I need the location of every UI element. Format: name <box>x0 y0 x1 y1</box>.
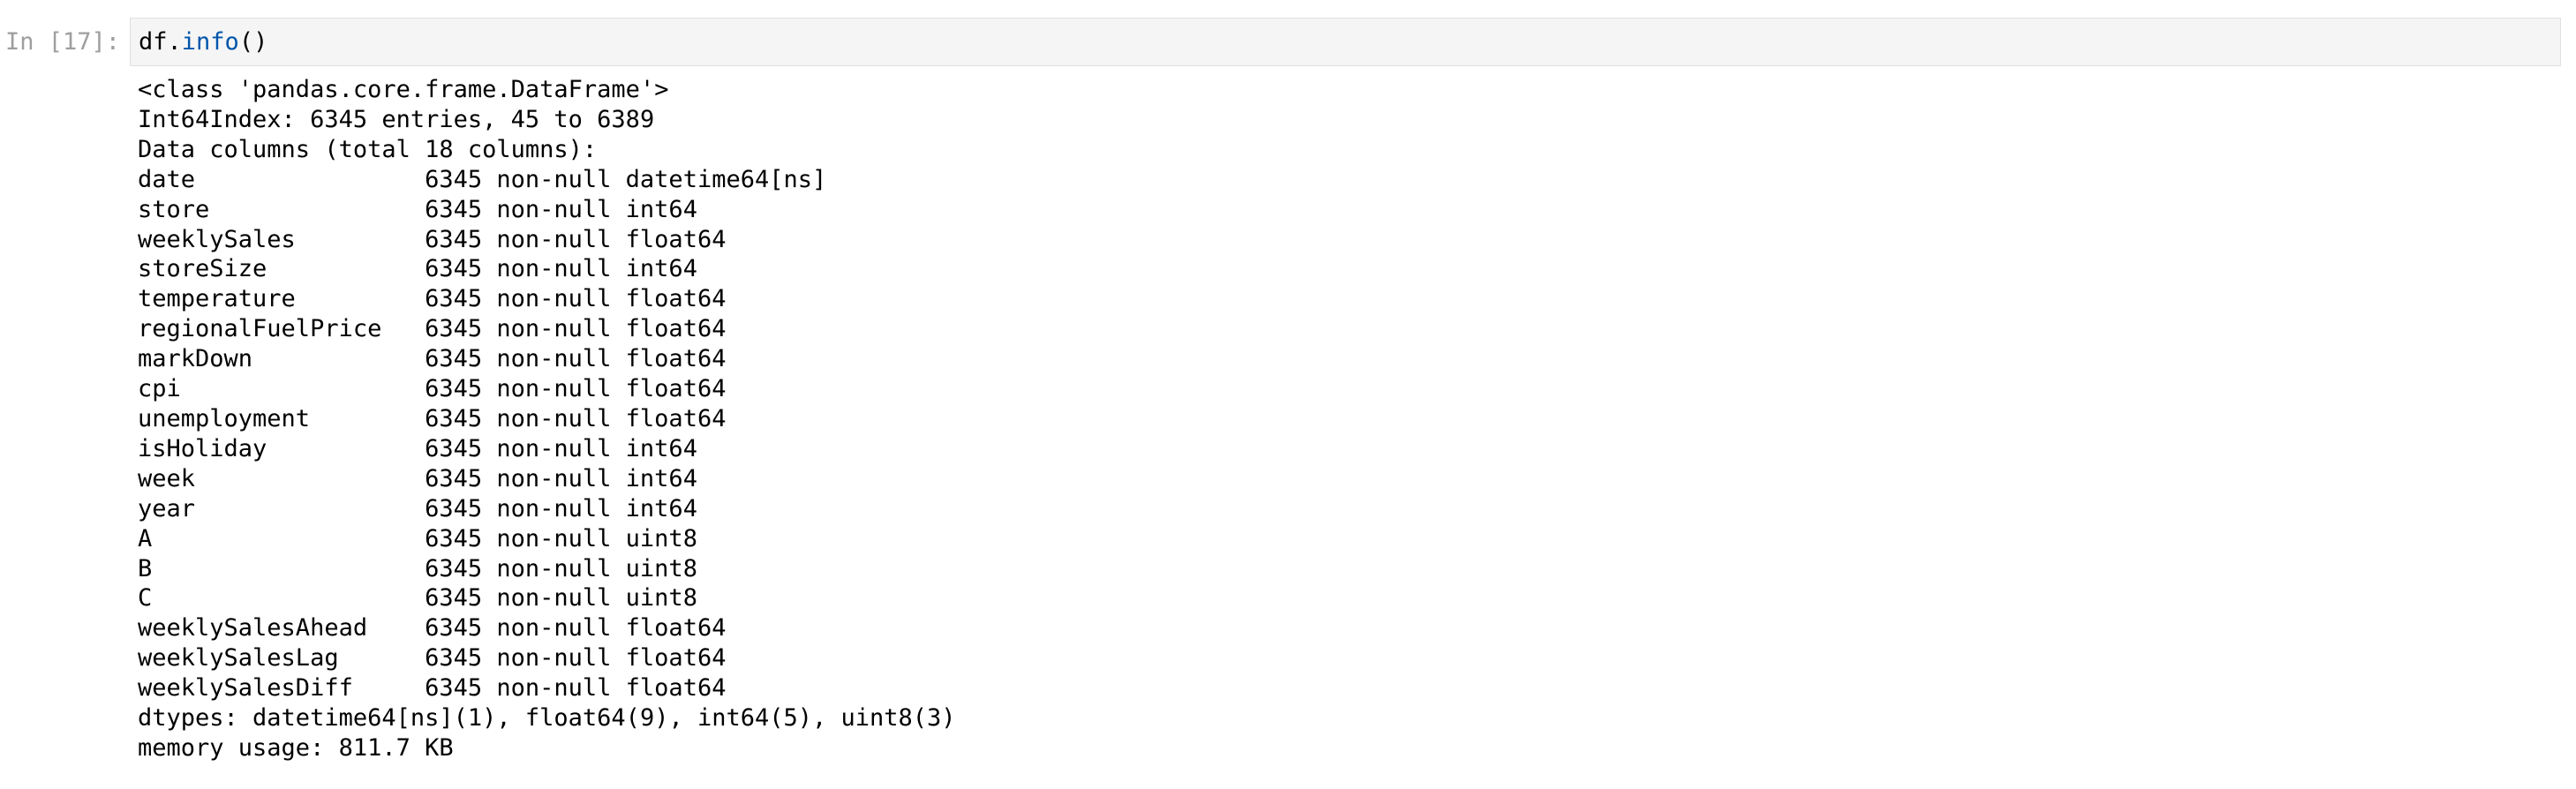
output-footer-line: dtypes: datetime64[ns](1), float64(9), i… <box>138 704 956 733</box>
column-info-row: A 6345 non-null uint8 <box>138 524 956 554</box>
column-name: markDown <box>138 345 253 373</box>
column-info-row: weeklySales 6345 non-null float64 <box>138 225 956 255</box>
code-call: () <box>238 28 268 56</box>
column-info-row: weeklySalesAhead 6345 non-null float64 <box>138 613 956 643</box>
column-name: weeklySalesDiff <box>138 674 353 703</box>
column-info-row: year 6345 non-null int64 <box>138 494 956 524</box>
code-input-cell[interactable]: df.info() <box>130 18 2561 66</box>
column-dtype-info: 6345 non-null uint8 <box>425 554 697 582</box>
column-dtype-info: 6345 non-null float64 <box>425 225 727 253</box>
column-name: isHoliday <box>138 434 267 462</box>
column-dtype-info: 6345 non-null int64 <box>425 494 697 522</box>
column-name: regionalFuelPrice <box>138 315 382 343</box>
column-dtype-info: 6345 non-null uint8 <box>425 584 697 612</box>
column-dtype-info: 6345 non-null float64 <box>425 614 727 642</box>
column-dtype-info: 6345 non-null datetime64[ns] <box>425 165 827 193</box>
column-name: C <box>138 584 153 612</box>
column-info-row: weeklySalesLag 6345 non-null float64 <box>138 643 956 673</box>
column-info-row: B 6345 non-null uint8 <box>138 554 956 584</box>
column-info-row: storeSize 6345 non-null int64 <box>138 254 956 284</box>
column-info-row: date 6345 non-null datetime64[ns] <box>138 165 956 195</box>
code-method: info <box>181 28 239 56</box>
column-name: week <box>138 464 196 492</box>
column-info-row: cpi 6345 non-null float64 <box>138 374 956 404</box>
column-dtype-info: 6345 non-null float64 <box>425 315 727 343</box>
column-info-row: isHoliday 6345 non-null int64 <box>138 434 956 464</box>
column-info-row: weeklySalesDiff 6345 non-null float64 <box>138 673 956 703</box>
column-name: store <box>138 195 210 223</box>
code-object: df. <box>139 28 182 56</box>
column-dtype-info: 6345 non-null int64 <box>425 255 697 283</box>
column-name: A <box>138 524 153 552</box>
column-name: date <box>138 165 196 193</box>
output-header-line: Data columns (total 18 columns): <box>138 135 598 163</box>
output-header-line: Int64Index: 6345 entries, 45 to 6389 <box>138 105 655 133</box>
column-name: B <box>138 554 153 582</box>
column-name: storeSize <box>138 255 267 283</box>
column-info-row: markDown 6345 non-null float64 <box>138 344 956 374</box>
column-info-row: temperature 6345 non-null float64 <box>138 284 956 314</box>
column-info-row: C 6345 non-null uint8 <box>138 583 956 613</box>
column-info-row: week 6345 non-null int64 <box>138 464 956 494</box>
column-dtype-info: 6345 non-null uint8 <box>425 524 697 552</box>
column-name: weeklySales <box>138 225 296 253</box>
code-line: df.info() <box>139 19 267 65</box>
column-name: cpi <box>138 375 181 403</box>
column-dtype-info: 6345 non-null float64 <box>425 375 727 403</box>
column-name: weeklySalesAhead <box>138 614 368 642</box>
column-dtype-info: 6345 non-null float64 <box>425 644 727 673</box>
column-info-row: store 6345 non-null int64 <box>138 195 956 225</box>
output-footer-line: memory usage: 811.7 KB <box>138 733 454 762</box>
column-info-row: regionalFuelPrice 6345 non-null float64 <box>138 314 956 344</box>
column-name: temperature <box>138 285 296 313</box>
input-prompt: In [17]: <box>4 28 120 56</box>
column-dtype-info: 6345 non-null int64 <box>425 195 697 223</box>
column-name: unemployment <box>138 404 311 432</box>
column-dtype-info: 6345 non-null int64 <box>425 464 697 492</box>
column-dtype-info: 6345 non-null float64 <box>425 674 727 703</box>
column-dtype-info: 6345 non-null float64 <box>425 404 727 432</box>
column-name: weeklySalesLag <box>138 644 339 673</box>
column-info-row: unemployment 6345 non-null float64 <box>138 404 956 434</box>
output-header-line: <class 'pandas.core.frame.DataFrame'> <box>138 76 669 103</box>
column-dtype-info: 6345 non-null float64 <box>425 285 727 313</box>
column-dtype-info: 6345 non-null float64 <box>425 345 727 373</box>
column-name: year <box>138 494 196 522</box>
cell-output: <class 'pandas.core.frame.DataFrame'> Int… <box>138 75 956 763</box>
column-dtype-info: 6345 non-null int64 <box>425 434 697 462</box>
